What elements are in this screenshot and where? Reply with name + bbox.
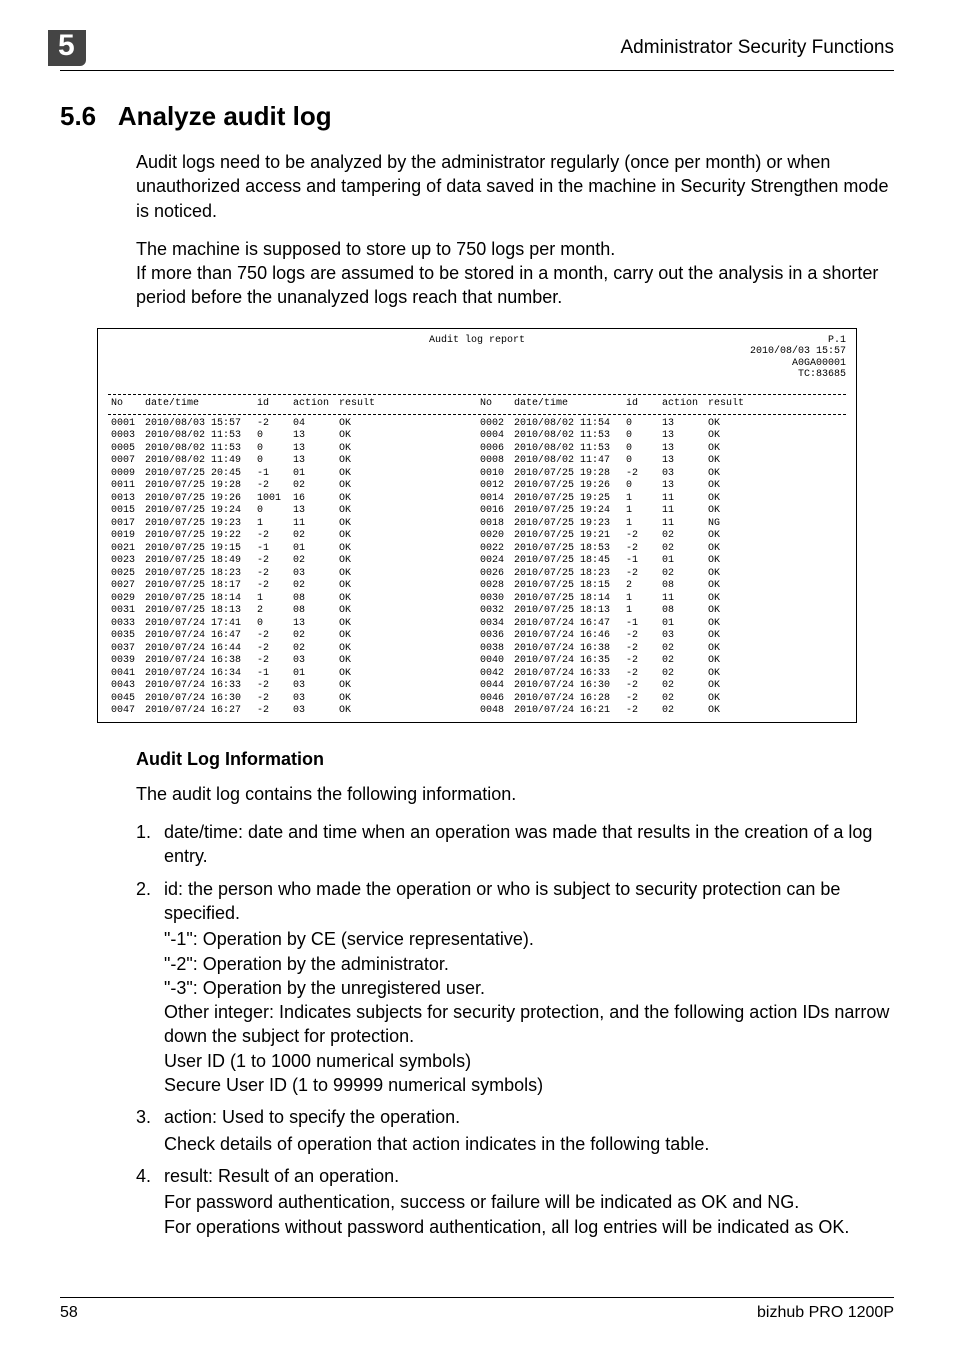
log-row: 00352010/07/24 16:47-202OK: [108, 630, 477, 643]
log-row: 00372010/07/24 16:44-202OK: [108, 643, 477, 656]
log-row: 00272010/07/25 18:17-202OK: [108, 580, 477, 593]
log-row: 00232010/07/25 18:49-202OK: [108, 555, 477, 568]
log-row: 00142010/07/25 19:25111OK: [477, 493, 846, 506]
log-row: 00172010/07/25 19:23111OK: [108, 518, 477, 531]
log-row: 00022010/08/02 11:54013OK: [477, 418, 846, 431]
log-row: 00462010/07/24 16:28-202OK: [477, 693, 846, 706]
list-item-result-sub: For password authentication, success or …: [164, 1190, 894, 1239]
log-row: 00362010/07/24 16:46-203OK: [477, 630, 846, 643]
log-row: 00132010/07/25 19:26100116OK: [108, 493, 477, 506]
list-item-id-sub: "-1": Operation by CE (service represent…: [164, 927, 894, 1097]
list-item-id: id: the person who made the operation or…: [136, 877, 894, 1098]
log-row: 00242010/07/25 18:45-101OK: [477, 555, 846, 568]
log-row: 00032010/08/02 11:53013OK: [108, 430, 477, 443]
page: 5 Administrator Security Functions 5.6 A…: [0, 0, 954, 1352]
log-body-left: 00012010/08/03 15:57-204OK00032010/08/02…: [108, 418, 477, 718]
log-row: 00212010/07/25 19:15-101OK: [108, 543, 477, 556]
list-item-datetime: date/time: date and time when an operati…: [136, 820, 894, 869]
list-item-result: result: Result of an operation. For pass…: [136, 1164, 894, 1239]
log-row: 00072010/08/02 11:49013OK: [108, 455, 477, 468]
log-row: 00112010/07/25 19:28-202OK: [108, 480, 477, 493]
log-columns-header: No date/time id action result No date/ti…: [108, 398, 846, 411]
info-list: date/time: date and time when an operati…: [136, 820, 894, 1239]
log-body-right: 00022010/08/02 11:54013OK00042010/08/02 …: [477, 418, 846, 718]
header-title: Administrator Security Functions: [621, 37, 895, 59]
log-row: 00052010/08/02 11:53013OK: [108, 443, 477, 456]
log-row: 00252010/07/25 18:23-203OK: [108, 568, 477, 581]
log-row: 00152010/07/25 19:24013OK: [108, 505, 477, 518]
log-row: 00092010/07/25 20:45-101OK: [108, 468, 477, 481]
log-meta: P.1 2010/08/03 15:57 A0GA00001 TC:83685: [750, 335, 846, 381]
page-number: 58: [60, 1304, 78, 1322]
log-row: 00442010/07/24 16:30-202OK: [477, 680, 846, 693]
log-row: 00012010/08/03 15:57-204OK: [108, 418, 477, 431]
log-row: 00192010/07/25 19:22-202OK: [108, 530, 477, 543]
sub-intro: The audit log contains the following inf…: [136, 782, 894, 806]
log-row: 00062010/08/02 11:53013OK: [477, 443, 846, 456]
log-row: 00452010/07/24 16:30-203OK: [108, 693, 477, 706]
log-row: 00182010/07/25 19:23111NG: [477, 518, 846, 531]
log-row: 00332010/07/24 17:41013OK: [108, 618, 477, 631]
section-number: 5.6: [60, 101, 96, 131]
log-row: 00122010/07/25 19:26013OK: [477, 480, 846, 493]
log-row: 00292010/07/25 18:14108OK: [108, 593, 477, 606]
top-header: 5 Administrator Security Functions: [60, 30, 894, 71]
log-row: 00382010/07/24 16:38-202OK: [477, 643, 846, 656]
log-row: 00432010/07/24 16:33-203OK: [108, 680, 477, 693]
log-row: 00422010/07/24 16:33-202OK: [477, 668, 846, 681]
intro-paragraph-2: The machine is supposed to store up to 7…: [136, 237, 894, 310]
log-row: 00342010/07/24 16:47-101OK: [477, 618, 846, 631]
log-row: 00482010/07/24 16:21-202OK: [477, 705, 846, 718]
log-title: Audit log report: [429, 335, 525, 346]
section-heading: 5.6 Analyze audit log: [60, 101, 894, 132]
log-row: 00162010/07/25 19:24111OK: [477, 505, 846, 518]
page-footer: 58 bizhub PRO 1200P: [60, 1297, 894, 1322]
chapter-badge: 5: [48, 30, 86, 66]
log-row: 00402010/07/24 16:35-202OK: [477, 655, 846, 668]
sub-heading: Audit Log Information: [136, 749, 894, 770]
log-row: 00202010/07/25 19:21-202OK: [477, 530, 846, 543]
log-row: 00282010/07/25 18:15208OK: [477, 580, 846, 593]
section-title: Analyze audit log: [118, 101, 332, 131]
list-item-action: action: Used to specify the operation. C…: [136, 1105, 894, 1156]
log-row: 00322010/07/25 18:13108OK: [477, 605, 846, 618]
log-row: 00412010/07/24 16:34-101OK: [108, 668, 477, 681]
audit-log-report: Audit log report P.1 2010/08/03 15:57 A0…: [97, 328, 857, 723]
log-row: 00392010/07/24 16:38-203OK: [108, 655, 477, 668]
log-row: 00312010/07/25 18:13208OK: [108, 605, 477, 618]
log-row: 00102010/07/25 19:28-203OK: [477, 468, 846, 481]
log-row: 00262010/07/25 18:23-202OK: [477, 568, 846, 581]
log-row: 00302010/07/25 18:14111OK: [477, 593, 846, 606]
product-name: bizhub PRO 1200P: [757, 1304, 894, 1322]
log-row: 00472010/07/24 16:27-203OK: [108, 705, 477, 718]
log-row: 00222010/07/25 18:53-202OK: [477, 543, 846, 556]
log-row: 00042010/08/02 11:53013OK: [477, 430, 846, 443]
log-row: 00082010/08/02 11:47013OK: [477, 455, 846, 468]
list-item-action-sub: Check details of operation that action i…: [164, 1132, 894, 1156]
intro-paragraph-1: Audit logs need to be analyzed by the ad…: [136, 150, 894, 223]
